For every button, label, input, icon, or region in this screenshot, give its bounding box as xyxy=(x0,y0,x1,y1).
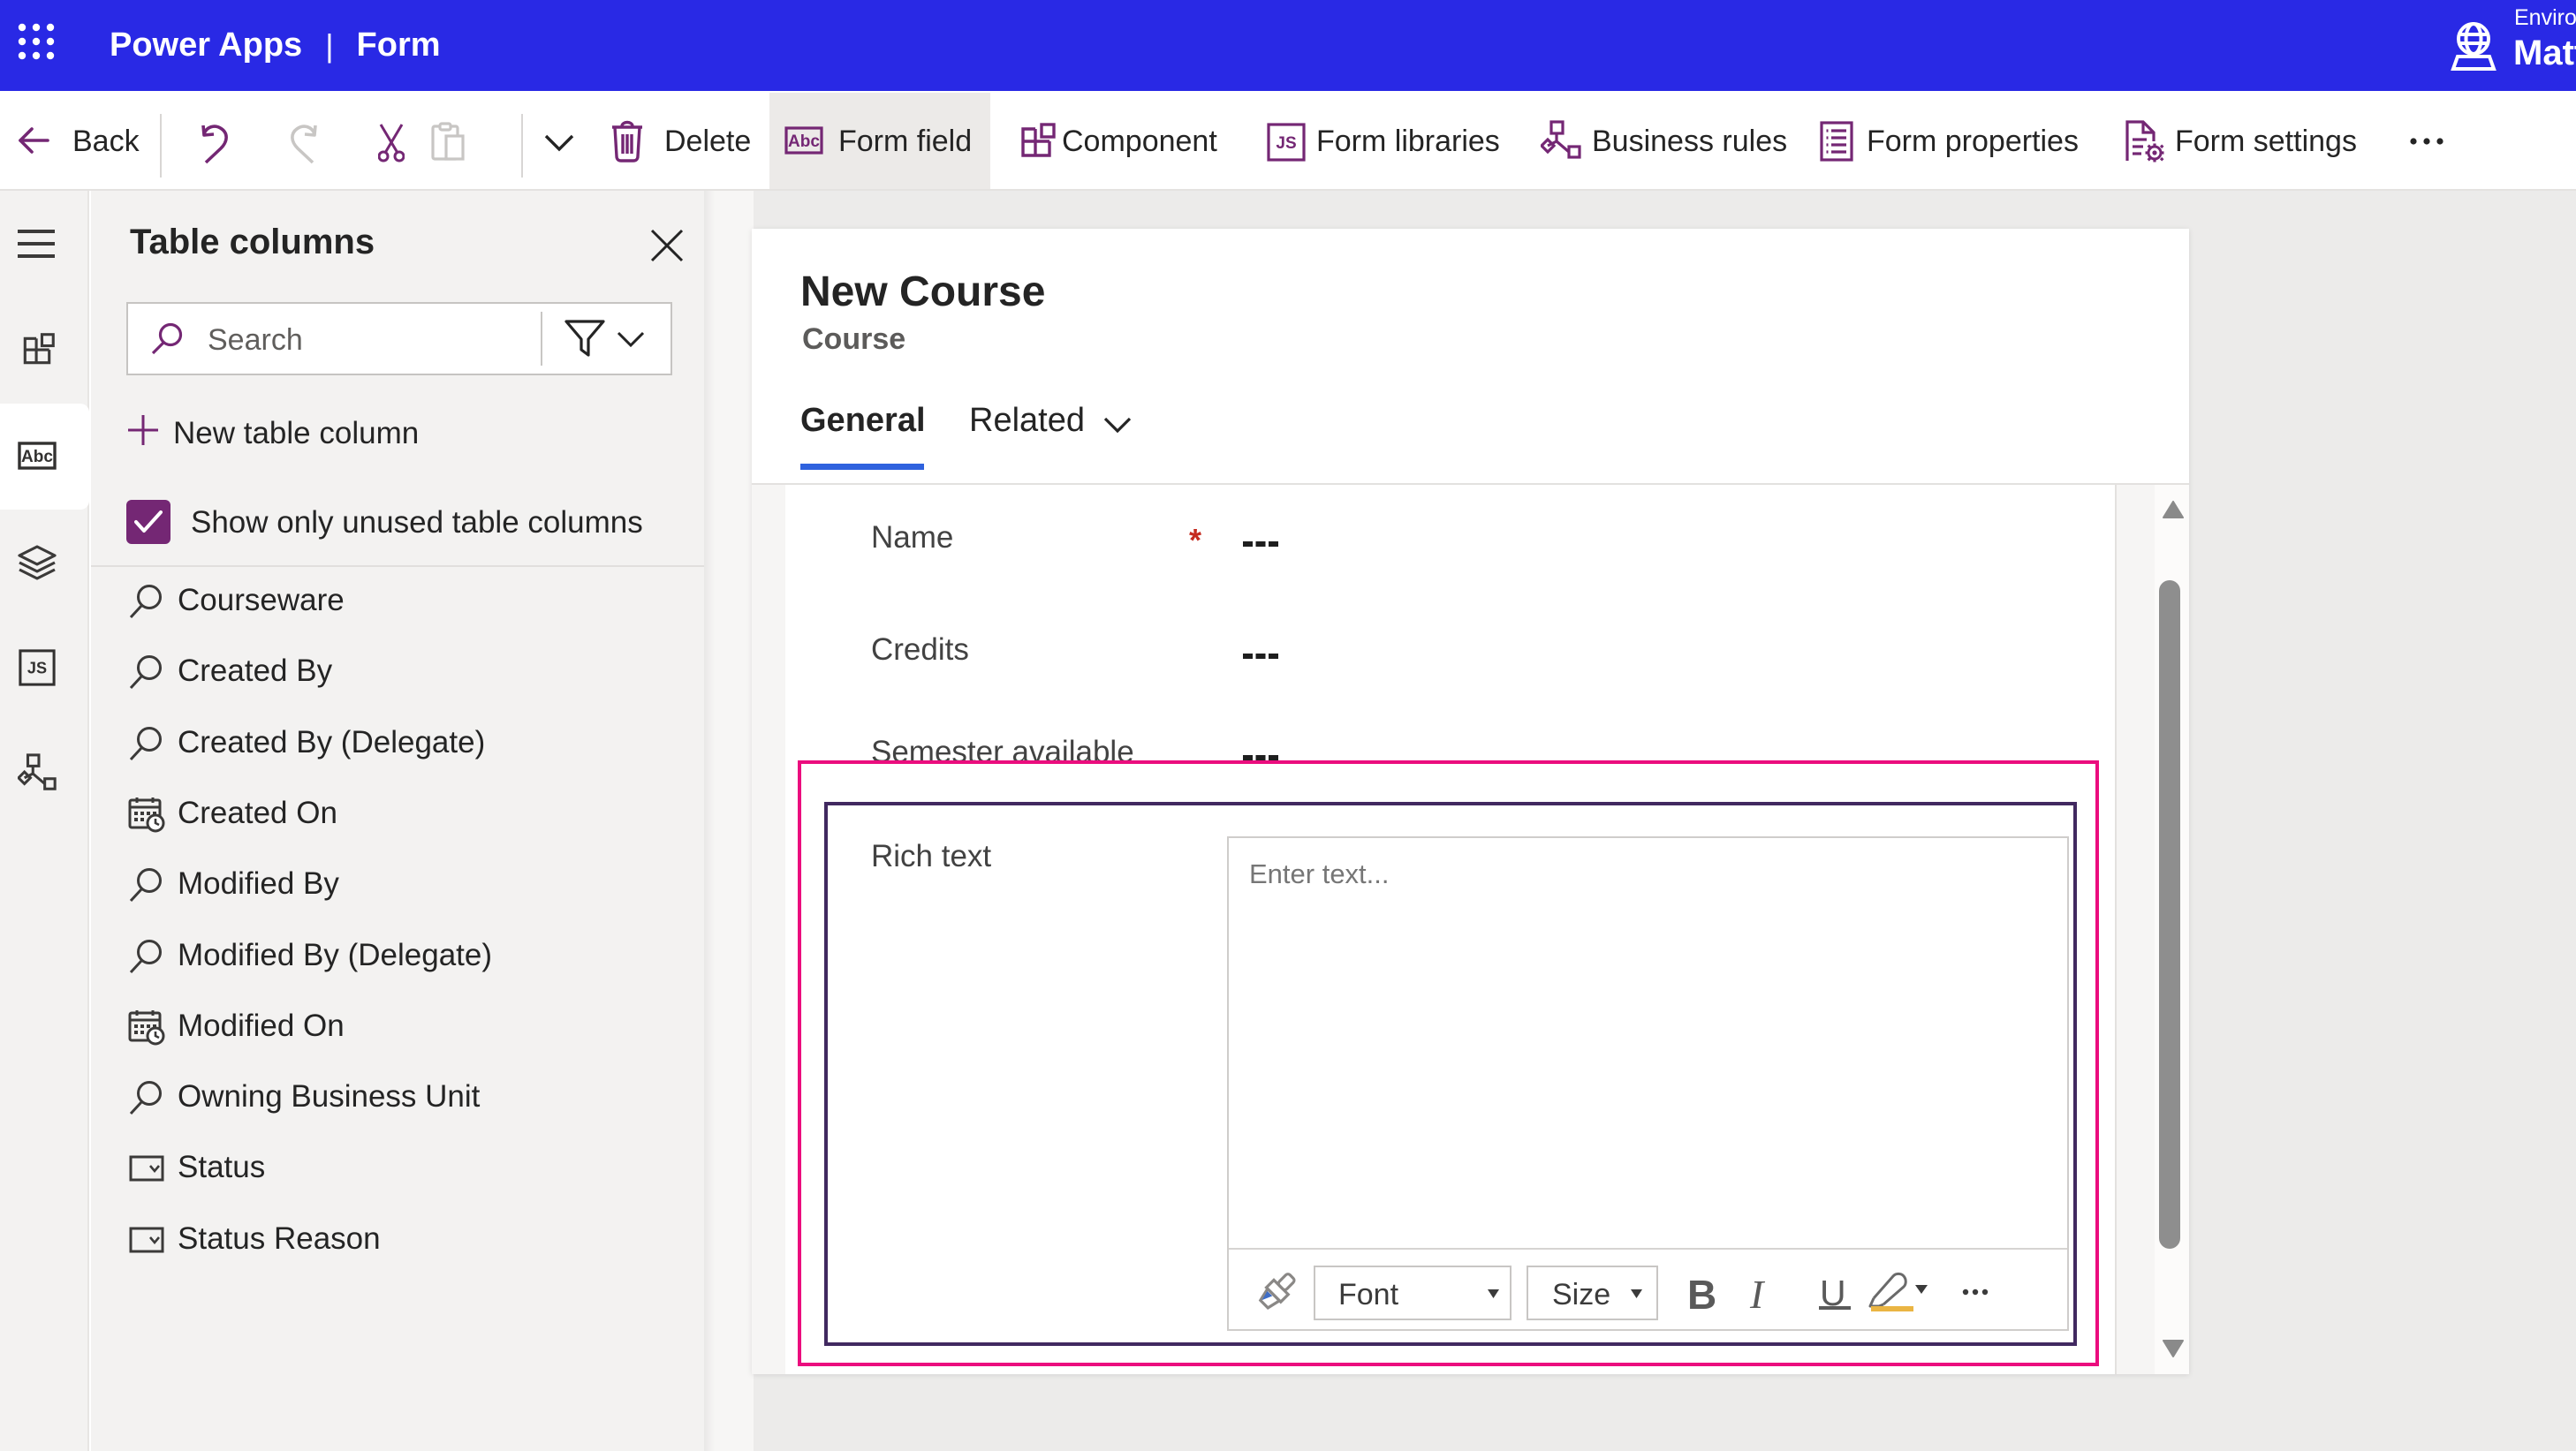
svg-text:JS: JS xyxy=(27,660,47,677)
svg-text:Abc: Abc xyxy=(21,448,53,466)
svg-text:Abc: Abc xyxy=(788,132,820,151)
svg-text:JS: JS xyxy=(1276,134,1296,153)
